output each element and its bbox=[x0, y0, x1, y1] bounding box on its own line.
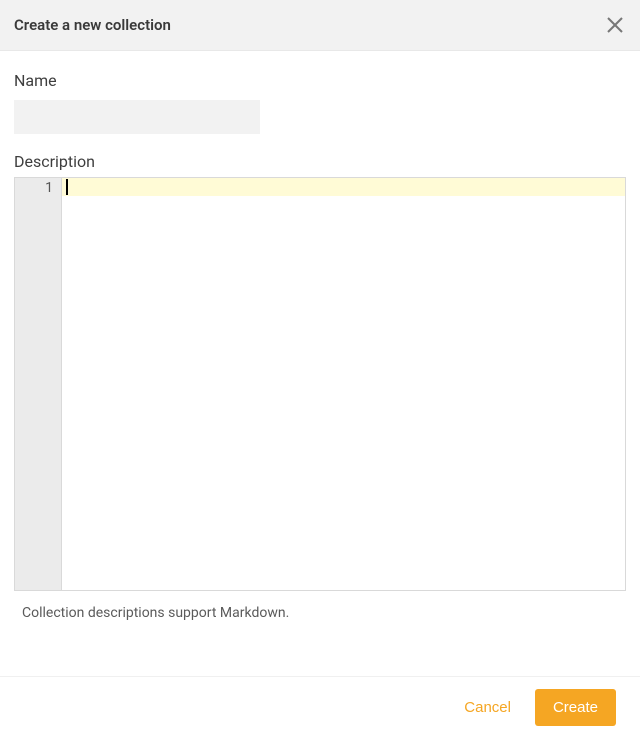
editor-area[interactable] bbox=[62, 178, 625, 590]
modal-title: Create a new collection bbox=[14, 16, 171, 34]
description-hint: Collection descriptions support Markdown… bbox=[14, 605, 626, 621]
description-label: Description bbox=[14, 152, 626, 171]
description-editor: 1 bbox=[14, 177, 626, 591]
modal-footer: Cancel Create bbox=[0, 676, 640, 738]
cancel-button[interactable]: Cancel bbox=[460, 691, 515, 724]
editor-gutter: 1 bbox=[15, 178, 62, 590]
create-button[interactable]: Create bbox=[535, 689, 616, 726]
modal-body: Name Description 1 Collection descriptio… bbox=[0, 51, 640, 635]
name-input[interactable] bbox=[14, 100, 260, 134]
modal-header: Create a new collection bbox=[0, 0, 640, 51]
line-number: 1 bbox=[15, 178, 61, 197]
description-textarea[interactable] bbox=[66, 178, 625, 590]
close-icon[interactable] bbox=[604, 14, 626, 36]
name-label: Name bbox=[14, 71, 626, 90]
